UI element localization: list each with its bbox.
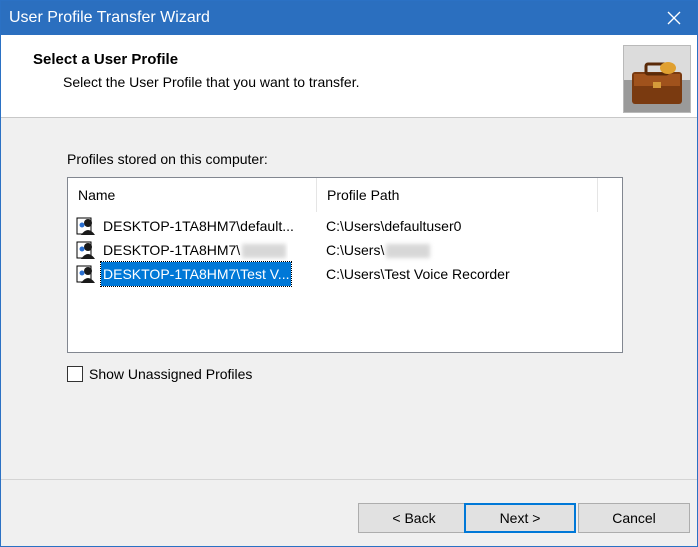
list-item-selected[interactable]: DESKTOP-1TA8HM7\Test V... C:\Users\Test … [68,261,622,287]
redacted-name [242,244,287,259]
next-button[interactable]: Next > [464,503,576,533]
close-button[interactable] [651,1,697,35]
wizard-header: Select a User Profile Select the User Pr… [1,35,697,118]
column-profile-path[interactable]: Profile Path [317,178,598,212]
profile-path: C:\Users\ [326,238,431,262]
briefcase-image [623,45,691,113]
header-subtitle: Select the User Profile that you want to… [63,74,360,90]
list-item[interactable]: DESKTOP-1TA8HM7\ C:\Users\ [68,238,622,262]
profile-name: DESKTOP-1TA8HM7\Test V... [99,261,293,287]
profile-name: DESKTOP-1TA8HM7\ [101,238,288,262]
user-profile-icon [76,217,95,235]
cancel-button[interactable]: Cancel [578,503,690,533]
window-title: User Profile Transfer Wizard [9,9,210,26]
list-item[interactable]: DESKTOP-1TA8HM7\default... C:\Users\defa… [68,214,622,238]
profile-path: C:\Users\defaultuser0 [326,218,462,234]
profile-name: DESKTOP-1TA8HM7\default... [103,218,294,234]
redacted-path [386,244,431,259]
user-profile-icon [76,241,95,259]
show-unassigned-checkbox[interactable] [67,366,83,382]
list-header: Name Profile Path [68,178,622,212]
profile-path: C:\Users\Test Voice Recorder [326,266,510,282]
user-profile-icon [76,265,95,283]
title-bar: User Profile Transfer Wizard [1,1,697,35]
back-button[interactable]: < Back [358,503,470,533]
footer-divider [1,479,697,480]
header-title: Select a User Profile [33,51,179,68]
close-icon [667,11,681,25]
profiles-list[interactable]: Name Profile Path DESKTOP-1TA8HM7\defaul… [67,177,623,353]
show-unassigned-label[interactable]: Show Unassigned Profiles [89,366,252,382]
column-name[interactable]: Name [68,178,317,212]
wizard-window: User Profile Transfer Wizard Select a Us… [0,0,698,547]
profiles-label: Profiles stored on this computer: [67,151,268,167]
